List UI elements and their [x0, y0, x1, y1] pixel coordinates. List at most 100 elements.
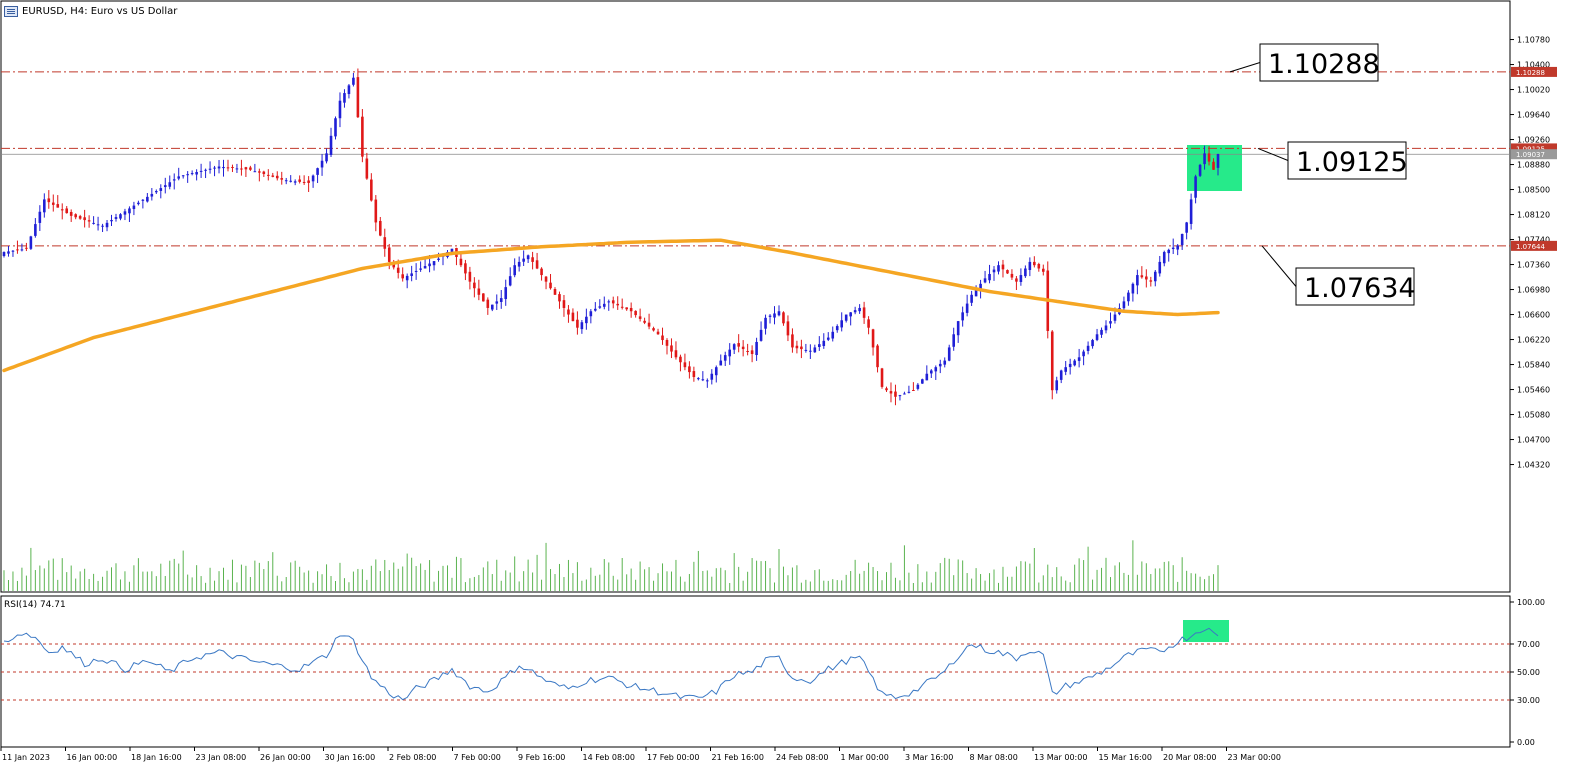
candle-body: [267, 174, 270, 176]
candle-body: [155, 191, 158, 193]
candle-body: [361, 116, 364, 157]
candle-body: [56, 204, 60, 208]
candle-body: [16, 249, 19, 251]
candle-body: [885, 388, 888, 391]
chart-menu-icon[interactable]: [4, 6, 18, 17]
candle-body: [1162, 252, 1166, 264]
candle-body: [1055, 380, 1059, 391]
x-tick-label: 14 Feb 08:00: [583, 753, 635, 762]
candle-body: [1019, 275, 1023, 282]
candle-body: [128, 208, 131, 214]
x-tick-label: 13 Mar 00:00: [1034, 753, 1087, 762]
candle-body: [396, 267, 400, 273]
candle-body: [275, 175, 279, 179]
candle-body: [629, 307, 633, 312]
candle-body: [643, 320, 646, 323]
candle-body: [325, 153, 328, 162]
y-tick-label: 1.10020: [1517, 86, 1550, 95]
candle-body: [78, 216, 82, 219]
candle-body: [576, 319, 579, 328]
y-tick-label: 1.05460: [1517, 386, 1550, 395]
candle-body: [822, 340, 826, 347]
candle-body: [755, 341, 758, 356]
candle-body: [329, 135, 333, 155]
candle-body: [146, 196, 149, 202]
candle-body: [683, 362, 687, 368]
candle-body: [1158, 261, 1162, 274]
candle-body: [889, 391, 893, 394]
x-tick-label: 11 Jan 2023: [2, 753, 50, 762]
candle-body: [459, 258, 463, 266]
candle-body: [2, 252, 6, 256]
y-tick-label: 1.09260: [1517, 136, 1550, 145]
candle-body: [486, 299, 490, 308]
candle-body: [916, 384, 920, 389]
candle-body: [101, 225, 104, 227]
candle-body: [602, 303, 606, 307]
candle-body: [840, 320, 844, 328]
candle-body: [365, 158, 369, 179]
candle-body: [571, 312, 575, 322]
candle-body: [60, 209, 64, 211]
candle-body: [1140, 275, 1144, 278]
candle-body: [1082, 351, 1085, 357]
candle-body: [674, 350, 678, 358]
candle-body: [1064, 367, 1067, 372]
candle-body: [1203, 153, 1206, 165]
candle-body: [473, 282, 476, 289]
candle-body: [1050, 331, 1054, 391]
candle-body: [51, 202, 55, 205]
candle-body: [432, 261, 436, 266]
candle-body: [697, 378, 700, 380]
candle-body: [1145, 276, 1148, 280]
candle-body: [876, 345, 879, 368]
candle-body: [526, 255, 530, 260]
candle-body: [800, 346, 803, 350]
candle-body: [419, 268, 422, 270]
candle-body: [589, 311, 593, 317]
candle-body: [1100, 329, 1103, 335]
candle-body: [96, 224, 100, 226]
candle-body: [1131, 283, 1135, 294]
candle-body: [1041, 268, 1045, 272]
x-tick-label: 21 Feb 16:00: [712, 753, 764, 762]
rsi-panel-frame: [0, 595, 1511, 748]
candle-body: [1077, 357, 1081, 361]
candle-body: [777, 311, 781, 316]
candle-body: [768, 315, 772, 317]
candle-body: [858, 307, 861, 312]
candle-body: [956, 321, 960, 336]
candle-body: [29, 236, 33, 249]
candle-body: [714, 367, 718, 376]
candle-body: [1001, 264, 1005, 270]
candle-body: [1189, 199, 1193, 224]
candle-body: [1059, 370, 1063, 380]
candle-body: [1153, 271, 1157, 282]
candle-body: [625, 307, 628, 310]
candle-body: [1068, 363, 1072, 368]
candle-body: [607, 301, 611, 303]
candle-body: [791, 334, 794, 348]
candle-body: [795, 345, 799, 349]
candle-body: [302, 181, 306, 183]
candle-body: [813, 347, 817, 353]
candle-body: [670, 345, 673, 352]
candle-body: [499, 298, 503, 302]
candle-body: [728, 349, 732, 357]
candle-body: [34, 224, 37, 236]
candle-body: [620, 306, 624, 308]
level-callout-label: 1.09125: [1296, 147, 1408, 178]
candle-body: [665, 339, 669, 346]
rsi-label: RSI(14) 74.71: [4, 600, 66, 610]
y-tick-label: 1.08880: [1517, 161, 1550, 170]
candle-body: [710, 373, 714, 380]
candle-body: [38, 211, 42, 223]
candle-body: [741, 346, 745, 350]
candle-body: [1149, 280, 1153, 282]
candle-body: [835, 326, 839, 331]
candle-body: [1113, 314, 1117, 321]
candle-body: [244, 167, 248, 170]
rsi-y-tick-label: 70.00: [1517, 640, 1540, 649]
candle-body: [141, 199, 145, 201]
candle-body: [437, 258, 440, 261]
